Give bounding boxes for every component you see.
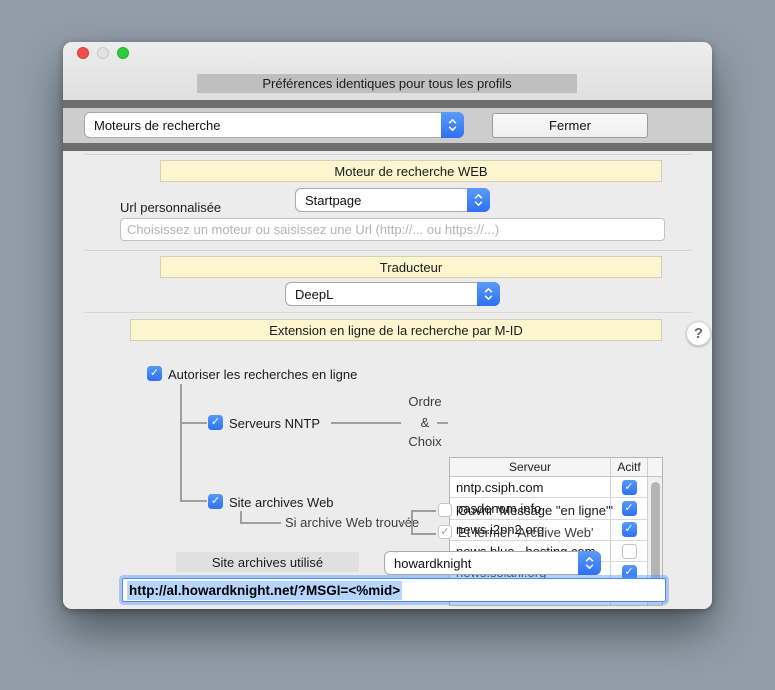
active-checkbox[interactable] xyxy=(622,501,637,516)
archive-url-selected-text: http://al.howardknight.net/?MSGI=<%mid> xyxy=(127,581,402,600)
close-window-button[interactable] xyxy=(77,47,89,59)
preferences-window: Préférences identiques pour tous les pro… xyxy=(63,42,712,609)
order-line-1: Ordre xyxy=(393,394,457,409)
separator-bar-top xyxy=(63,100,712,108)
active-checkbox[interactable] xyxy=(622,522,637,537)
nntp-servers-label: Serveurs NNTP xyxy=(229,416,320,431)
active-checkbox[interactable] xyxy=(622,544,637,559)
separator-bar-bottom xyxy=(63,143,712,151)
translator-select[interactable]: DeepL xyxy=(285,282,500,306)
table-row[interactable]: nntp.csiph.com xyxy=(450,477,662,498)
mid-search-section-title: Extension en ligne de la recherche par M… xyxy=(130,319,662,341)
select-stepper-icon xyxy=(467,188,490,212)
nntp-servers-checkbox[interactable] xyxy=(208,415,223,430)
translator-section-title: Traducteur xyxy=(160,256,662,278)
close-archive-label: Et fermer 'Archive Web' xyxy=(458,525,593,540)
archive-site-value: howardknight xyxy=(394,556,471,571)
section-divider xyxy=(85,250,691,252)
minimize-window-button[interactable] xyxy=(97,47,109,59)
tree-connector xyxy=(180,384,182,501)
select-stepper-icon xyxy=(441,112,464,138)
scrollbar-thumb[interactable] xyxy=(651,482,660,583)
tree-connector xyxy=(399,522,410,524)
custom-url-label: Url personnalisée xyxy=(120,200,221,215)
order-line-3: Choix xyxy=(393,434,457,449)
column-header-active: Acitf xyxy=(611,458,648,476)
help-button[interactable]: ? xyxy=(686,321,711,346)
open-message-label: Ouvrir 'Message "en ligne"' xyxy=(458,503,613,518)
tree-connector xyxy=(180,500,207,502)
tree-connector xyxy=(240,522,281,524)
open-message-checkbox[interactable] xyxy=(438,503,452,517)
archive-site-select[interactable]: howardknight xyxy=(384,551,601,575)
preference-category-select[interactable]: Moteurs de recherche xyxy=(84,112,464,138)
archive-url-input[interactable]: http://al.howardknight.net/?MSGI=<%mid> xyxy=(122,578,666,602)
close-button[interactable]: Fermer xyxy=(492,113,648,138)
tree-connector xyxy=(437,422,448,424)
select-stepper-icon xyxy=(477,282,500,306)
site-archives-checkbox[interactable] xyxy=(208,494,223,509)
web-engine-value: Startpage xyxy=(305,193,361,208)
preference-category-value: Moteurs de recherche xyxy=(94,118,220,133)
tree-connector xyxy=(180,422,207,424)
section-divider xyxy=(85,154,691,156)
custom-url-input[interactable] xyxy=(120,218,665,241)
content-area: Moteur de recherche WEB Url personnalisé… xyxy=(63,151,712,609)
allow-online-checkbox[interactable] xyxy=(147,366,162,381)
tree-connector xyxy=(331,422,401,424)
tree-connector xyxy=(411,533,436,535)
active-checkbox[interactable] xyxy=(622,480,637,495)
tree-connector xyxy=(411,510,413,534)
server-cell: nntp.csiph.com xyxy=(450,477,611,497)
select-stepper-icon xyxy=(578,551,601,575)
close-archive-checkbox[interactable] xyxy=(438,525,452,539)
zoom-window-button[interactable] xyxy=(117,47,129,59)
server-table-header: Serveur Acitf xyxy=(450,458,662,477)
column-header-server: Serveur xyxy=(450,458,611,476)
archive-site-box-label: Site archives utilisé xyxy=(176,552,359,572)
section-divider xyxy=(85,312,691,314)
translator-value: DeepL xyxy=(295,287,333,302)
web-engine-section-title: Moteur de recherche WEB xyxy=(160,160,662,182)
allow-online-label: Autoriser les recherches en ligne xyxy=(168,367,357,382)
tree-connector xyxy=(411,510,436,512)
window-header-label: Préférences identiques pour tous les pro… xyxy=(197,74,577,93)
web-engine-select[interactable]: Startpage xyxy=(295,188,490,212)
site-archives-label: Site archives Web xyxy=(229,495,334,510)
title-bar: Préférences identiques pour tous les pro… xyxy=(63,42,712,100)
